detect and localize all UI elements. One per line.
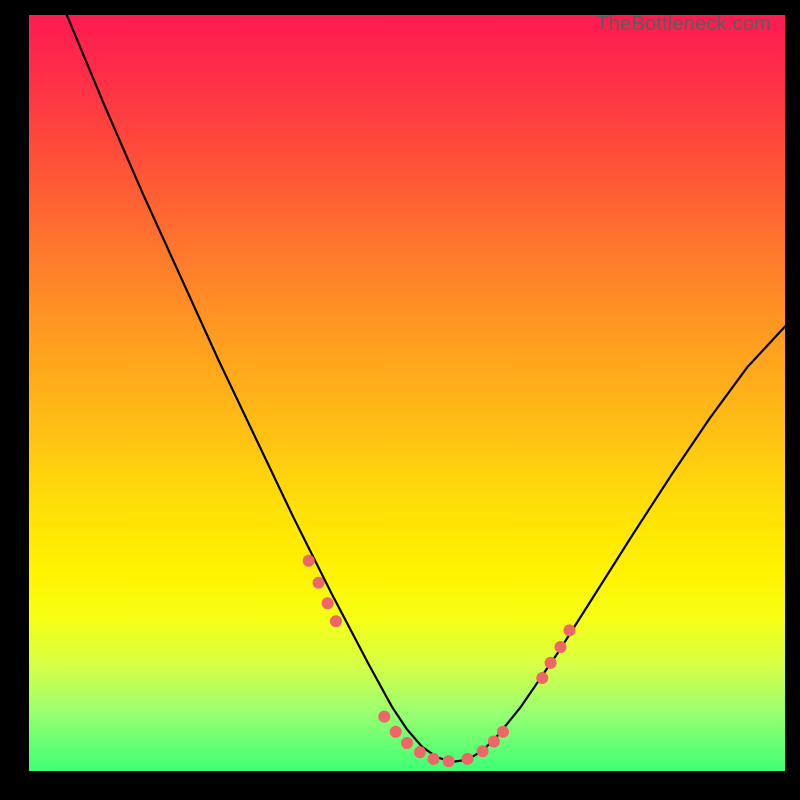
data-marker [313,577,325,589]
data-marker [488,736,500,748]
data-marker [322,597,334,609]
data-marker [330,615,342,627]
attribution-text: TheBottleneck.com [596,13,771,36]
data-marker [462,753,474,765]
data-marker [401,737,413,749]
data-marker [303,555,315,567]
data-marker [378,711,390,723]
data-marker [414,746,426,758]
data-marker [443,755,455,767]
data-marker [390,726,402,738]
data-marker [564,624,576,636]
marker-group [303,555,576,767]
data-marker [428,753,440,765]
bottleneck-curve [67,15,785,762]
data-marker [545,657,557,669]
data-marker [477,745,489,757]
data-marker [536,672,548,684]
plot-area [29,15,785,771]
data-marker [497,726,509,738]
chart-frame: TheBottleneck.com [15,15,785,785]
data-marker [555,641,567,653]
chart-svg [29,15,785,771]
